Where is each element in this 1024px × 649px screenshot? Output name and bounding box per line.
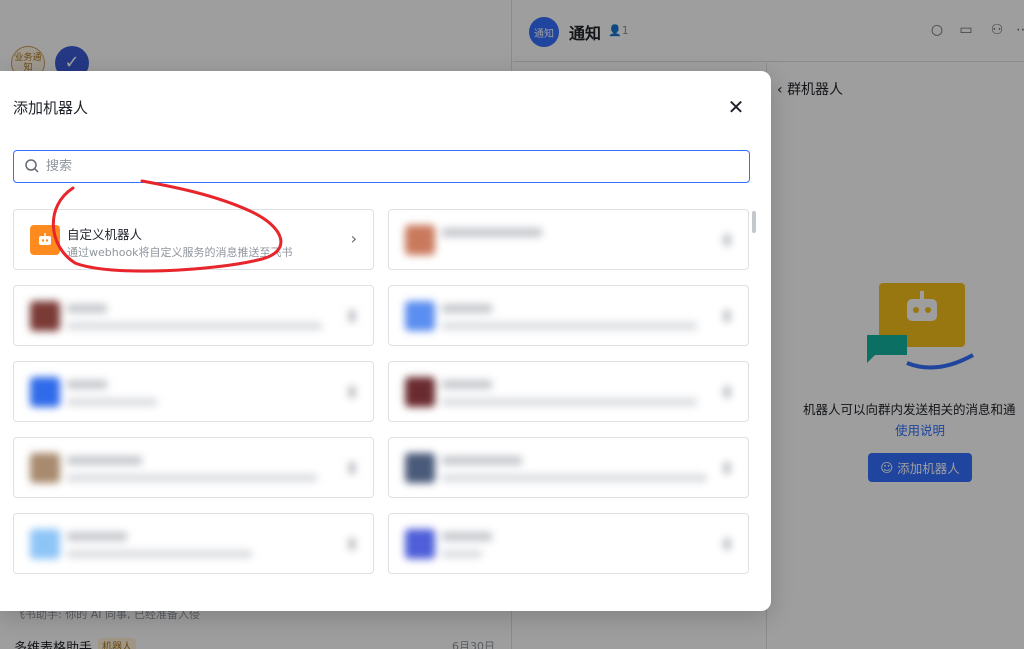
bot-name-placeholder [67, 380, 107, 389]
bot-avatar [30, 377, 60, 407]
bot-desc-placeholder [67, 474, 317, 482]
bot-desc-placeholder [442, 474, 707, 482]
bot-desc-placeholder [67, 550, 252, 558]
bot-card[interactable] [13, 437, 374, 498]
chevron-right-icon [349, 386, 355, 398]
bot-name-placeholder [67, 304, 107, 313]
chevron-right-icon [724, 462, 730, 474]
bot-name-placeholder [442, 228, 542, 237]
bot-desc-placeholder [67, 322, 322, 330]
chevron-right-icon [349, 538, 355, 550]
bot-name-placeholder [67, 456, 142, 465]
close-icon[interactable]: ✕ [726, 97, 746, 117]
search-box[interactable] [13, 150, 750, 183]
bot-avatar [30, 301, 60, 331]
chevron-right-icon [724, 538, 730, 550]
chevron-right-icon: › [350, 229, 357, 248]
bot-name-placeholder [442, 456, 522, 465]
bot-avatar [405, 529, 435, 559]
bot-card[interactable] [13, 361, 374, 422]
bot-desc-placeholder [442, 550, 482, 558]
chevron-right-icon [349, 310, 355, 322]
custom-bot-description: 通过webhook将自定义服务的消息推送至飞书 [67, 246, 293, 259]
bot-name-placeholder [442, 380, 492, 389]
bot-card[interactable] [13, 285, 374, 346]
search-input[interactable] [46, 151, 736, 182]
robot-icon [30, 225, 60, 255]
bot-name-placeholder [442, 304, 492, 313]
chevron-right-icon [724, 386, 730, 398]
bot-desc-placeholder [442, 398, 697, 406]
bot-avatar [405, 453, 435, 483]
chevron-right-icon [724, 310, 730, 322]
chevron-right-icon [724, 234, 730, 246]
search-icon [25, 159, 39, 173]
bot-avatar [30, 529, 60, 559]
custom-bot-name: 自定义机器人 [67, 227, 143, 242]
bot-card[interactable] [388, 361, 749, 422]
bot-card[interactable] [388, 285, 749, 346]
bot-card[interactable] [388, 513, 749, 574]
bot-avatar [30, 453, 60, 483]
bot-card[interactable] [388, 209, 749, 270]
custom-bot-card[interactable]: 自定义机器人 通过webhook将自定义服务的消息推送至飞书 › [13, 209, 374, 270]
bot-card[interactable] [13, 513, 374, 574]
scrollbar-thumb[interactable] [752, 211, 756, 233]
bot-card[interactable] [388, 437, 749, 498]
bot-avatar [405, 377, 435, 407]
chevron-right-icon [349, 462, 355, 474]
dialog-title: 添加机器人 [13, 99, 89, 117]
bot-name-placeholder [442, 532, 492, 541]
bot-desc-placeholder [67, 398, 157, 406]
bot-desc-placeholder [442, 322, 697, 330]
bot-name-placeholder [67, 532, 127, 541]
add-bot-dialog: 添加机器人 ✕ 自定义机器人 通过webhook将自定义服务的消息推送至飞书 › [0, 71, 771, 611]
bot-avatar [405, 301, 435, 331]
bot-avatar [405, 225, 435, 255]
